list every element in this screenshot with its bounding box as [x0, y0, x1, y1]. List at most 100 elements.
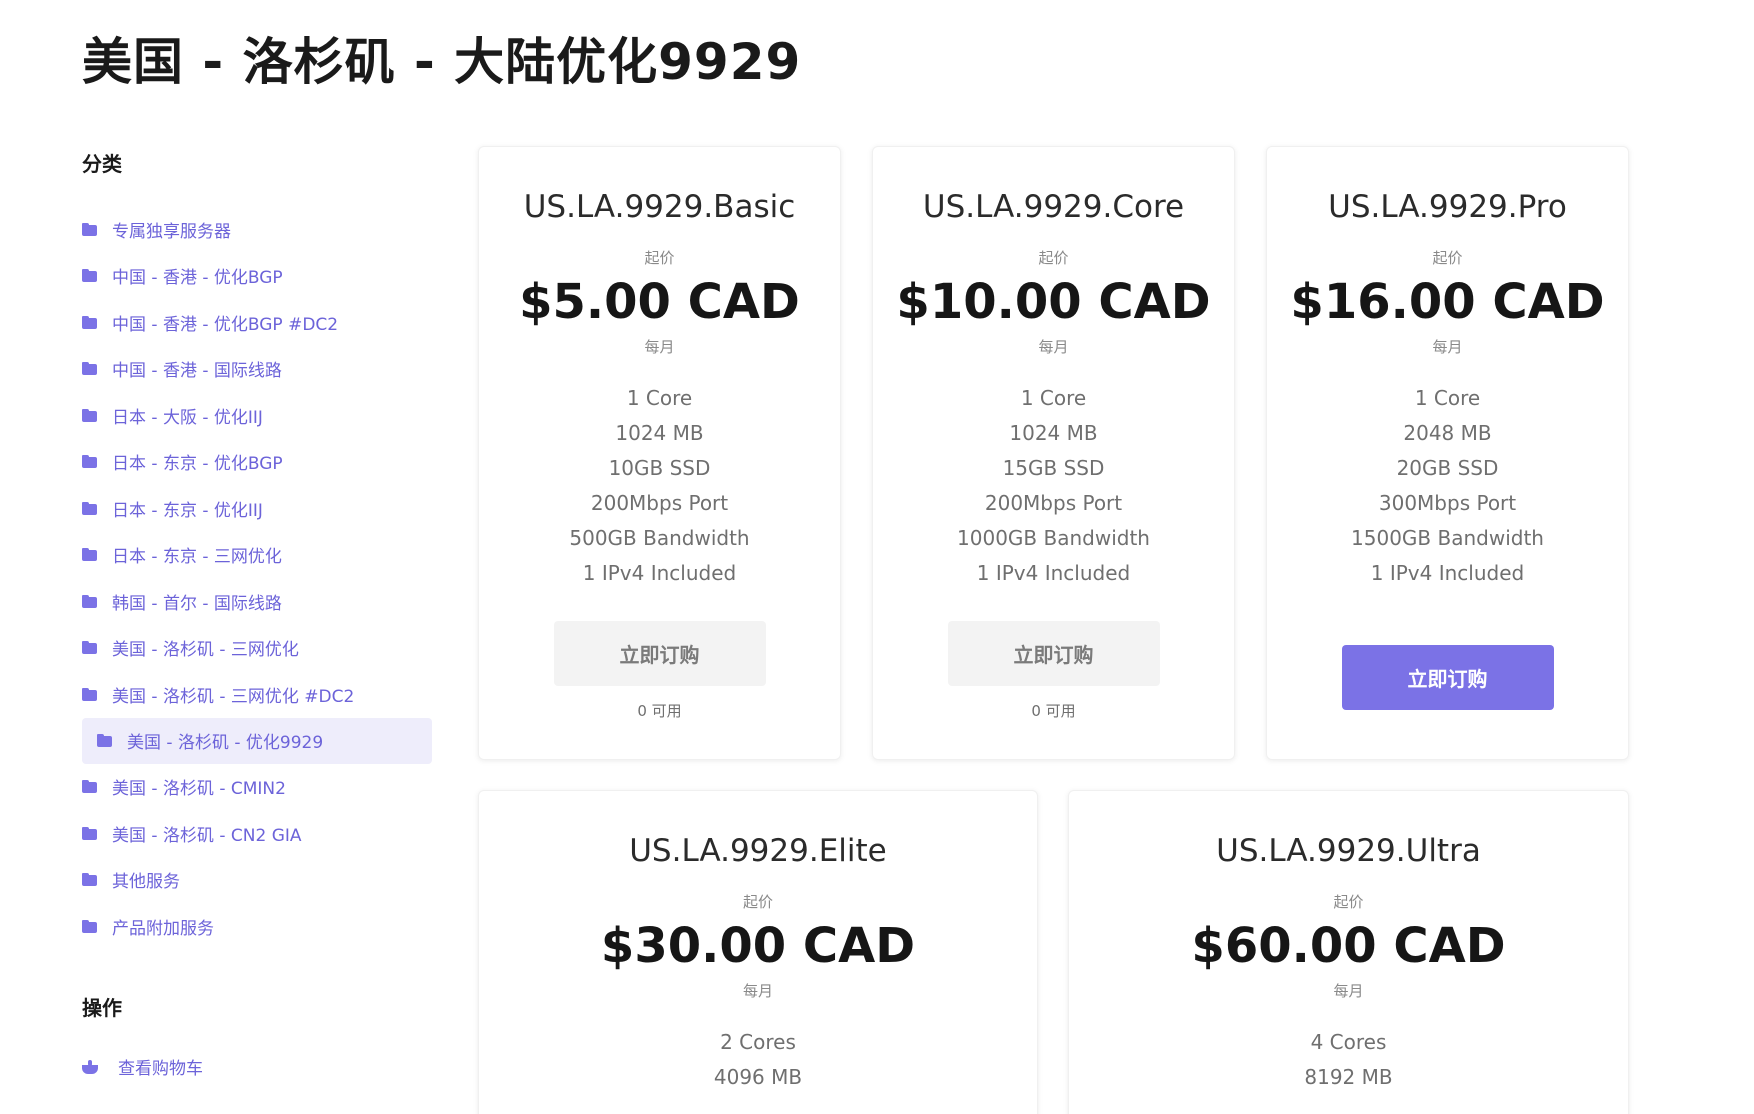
price-from-label: 起价: [1038, 249, 1069, 267]
sidebar-category-label: 专属独享服务器: [112, 221, 231, 242]
feature-item: 4 Cores: [1310, 1030, 1387, 1054]
folder-icon: [82, 780, 97, 794]
feature-item: 15GB SSD: [1002, 456, 1105, 480]
order-now-button[interactable]: 立即订购: [947, 621, 1160, 686]
product-price: $16.00 CAD: [1290, 274, 1605, 330]
feature-item: 500GB Bandwidth: [569, 526, 750, 550]
sidebar-category-item[interactable]: 美国 - 洛杉矶 - 优化9929: [82, 717, 432, 764]
sidebar-category-label: 日本 - 东京 - 优化IIJ: [112, 500, 263, 521]
sidebar-category-label: 美国 - 洛杉矶 - 三网优化 #DC2: [112, 686, 355, 707]
folder-icon: [82, 548, 97, 562]
feature-list: 2 Cores 4096 MB: [479, 1025, 1037, 1095]
feature-item: 1024 MB: [615, 421, 704, 445]
folder-icon: [82, 873, 97, 887]
folder-icon: [82, 408, 97, 422]
billing-period: 每月: [1038, 338, 1069, 356]
sidebar-category-item[interactable]: 产品附加服务: [82, 903, 432, 950]
folder-icon: [82, 501, 97, 515]
folder-icon: [82, 222, 97, 236]
folder-icon: [82, 641, 97, 655]
folder-icon: [82, 455, 97, 469]
feature-item: 200Mbps Port: [984, 491, 1123, 515]
feature-item: 4096 MB: [713, 1065, 803, 1089]
feature-item: 20GB SSD: [1396, 456, 1499, 480]
price-from-label: 起价: [742, 893, 773, 911]
sidebar-category-item[interactable]: 美国 - 洛杉矶 - CN2 GIA: [82, 810, 432, 857]
feature-item: 1 IPv4 Included: [1370, 561, 1525, 585]
sidebar-category-label: 美国 - 洛杉矶 - CN2 GIA: [112, 825, 302, 846]
sidebar-category-item[interactable]: 日本 - 东京 - 三网优化: [82, 532, 432, 579]
feature-item: 1 Core: [1020, 386, 1087, 410]
feature-item: 1000GB Bandwidth: [957, 526, 1150, 550]
feature-item: 1 IPv4 Included: [976, 561, 1131, 585]
operations-heading: 操作: [82, 995, 122, 1020]
feature-list: 4 Cores 8192 MB: [1069, 1025, 1628, 1095]
sidebar-category-item[interactable]: 日本 - 大阪 - 优化IIJ: [82, 392, 432, 439]
product-card-ultra: US.LA.9929.Ultra 起价 $60.00 CAD 每月 4 Cores 819…: [1068, 790, 1629, 1114]
product-price: $60.00 CAD: [1191, 918, 1506, 974]
sidebar-category-label: 韩国 - 首尔 - 国际线路: [112, 593, 282, 614]
sidebar-category-label: 日本 - 东京 - 三网优化: [112, 547, 282, 568]
feature-item: 1500GB Bandwidth: [1351, 526, 1544, 550]
sidebar-category-item[interactable]: 美国 - 洛杉矶 - CMIN2: [82, 764, 432, 811]
sidebar-category-item[interactable]: 美国 - 洛杉矶 - 三网优化 #DC2: [82, 671, 432, 718]
billing-period: 每月: [644, 338, 675, 356]
sidebar-category-label: 中国 - 香港 - 优化BGP #DC2: [112, 314, 339, 335]
availability-text: 0 可用: [637, 702, 682, 720]
sidebar-category-label: 产品附加服务: [112, 918, 214, 939]
categories-heading: 分类: [82, 152, 122, 176]
feature-list: 1 Core 2048 MB 20GB SSD 300Mbps Port 1500GB …: [1267, 381, 1628, 591]
sidebar-category-label: 美国 - 洛杉矶 - CMIN2: [112, 779, 286, 800]
sidebar-category-item[interactable]: 专属独享服务器: [82, 206, 432, 253]
category-list: 专属独享服务器中国 - 香港 - 优化BGP 中国 - 香港 - 优化BGP #D…: [82, 206, 432, 950]
sidebar-category-item[interactable]: 日本 - 东京 - 优化IIJ: [82, 485, 432, 532]
sidebar-category-item[interactable]: 韩国 - 首尔 - 国际线路: [82, 578, 432, 625]
feature-item: 1024 MB: [1009, 421, 1098, 445]
product-card-basic: US.LA.9929.Basic 起价 $5.00 CAD 每月 1 Core 1024 …: [478, 146, 841, 760]
sidebar-category-label: 其他服务: [112, 872, 180, 893]
product-name: US.LA.9929.Elite: [629, 833, 887, 869]
sidebar-category-item[interactable]: 日本 - 东京 - 优化BGP: [82, 439, 432, 486]
sidebar-category-item[interactable]: 中国 - 香港 - 国际线路: [82, 346, 432, 393]
availability-text: 0 可用: [1031, 702, 1076, 720]
page-title: 美国 - 洛杉矶 - 大陆优化9929: [82, 33, 802, 91]
product-name: US.LA.9929.Basic: [523, 189, 796, 225]
product-price: $5.00 CAD: [519, 274, 800, 330]
order-now-button[interactable]: 立即订购: [553, 621, 766, 686]
sidebar-category-label: 日本 - 东京 - 优化BGP: [112, 454, 283, 475]
folder-icon: [97, 734, 112, 747]
feature-item: 8192 MB: [1304, 1065, 1393, 1089]
feature-list: 1 Core 1024 MB 15GB SSD 200Mbps Port 1000GB …: [873, 381, 1234, 591]
folder-icon: [82, 826, 97, 840]
sidebar-category-item[interactable]: 中国 - 香港 - 优化BGP: [82, 253, 432, 300]
product-card-pro: US.LA.9929.Pro 起价 $16.00 CAD 每月 1 Core 2048 M…: [1266, 146, 1629, 760]
sidebar-category-label: 中国 - 香港 - 国际线路: [112, 361, 282, 382]
sidebar-category-label: 日本 - 大阪 - 优化IIJ: [112, 407, 263, 428]
feature-item: 1 Core: [1414, 386, 1481, 410]
sidebar-category-item[interactable]: 美国 - 洛杉矶 - 三网优化: [82, 625, 432, 672]
folder-icon: [82, 315, 97, 329]
folder-icon: [82, 594, 97, 608]
sidebar-category-label: 中国 - 香港 - 优化BGP: [112, 268, 283, 289]
feature-item: 300Mbps Port: [1378, 491, 1517, 515]
product-name: US.LA.9929.Pro: [1328, 189, 1567, 225]
order-now-button[interactable]: 立即订购: [1341, 645, 1554, 710]
billing-period: 每月: [742, 982, 773, 1000]
product-name: US.LA.9929.Core: [922, 189, 1185, 225]
price-from-label: 起价: [1432, 249, 1463, 267]
product-card-core: US.LA.9929.Core 起价 $10.00 CAD 每月 1 Core 1024 …: [872, 146, 1235, 760]
sidebar: 分类 专属独享服务器中国 - 香港 - 优化BGP 中国 - 香港 - 优化BGP…: [82, 148, 432, 1090]
sidebar-category-item[interactable]: 中国 - 香港 - 优化BGP #DC2: [82, 299, 432, 346]
feature-item: 10GB SSD: [608, 456, 711, 480]
feature-item: 2 Cores: [720, 1030, 796, 1054]
view-cart-link[interactable]: 查看购物车: [82, 1044, 432, 1090]
product-price: $30.00 CAD: [600, 918, 916, 974]
billing-period: 每月: [1333, 982, 1364, 1000]
sidebar-category-item[interactable]: 其他服务: [82, 857, 432, 904]
feature-item: 1 IPv4 Included: [582, 561, 737, 585]
product-name: US.LA.9929.Ultra: [1216, 833, 1481, 869]
folder-icon: [82, 919, 97, 933]
basket-icon: [82, 1059, 98, 1074]
product-price: $10.00 CAD: [896, 274, 1211, 330]
feature-item: 2048 MB: [1403, 421, 1492, 445]
